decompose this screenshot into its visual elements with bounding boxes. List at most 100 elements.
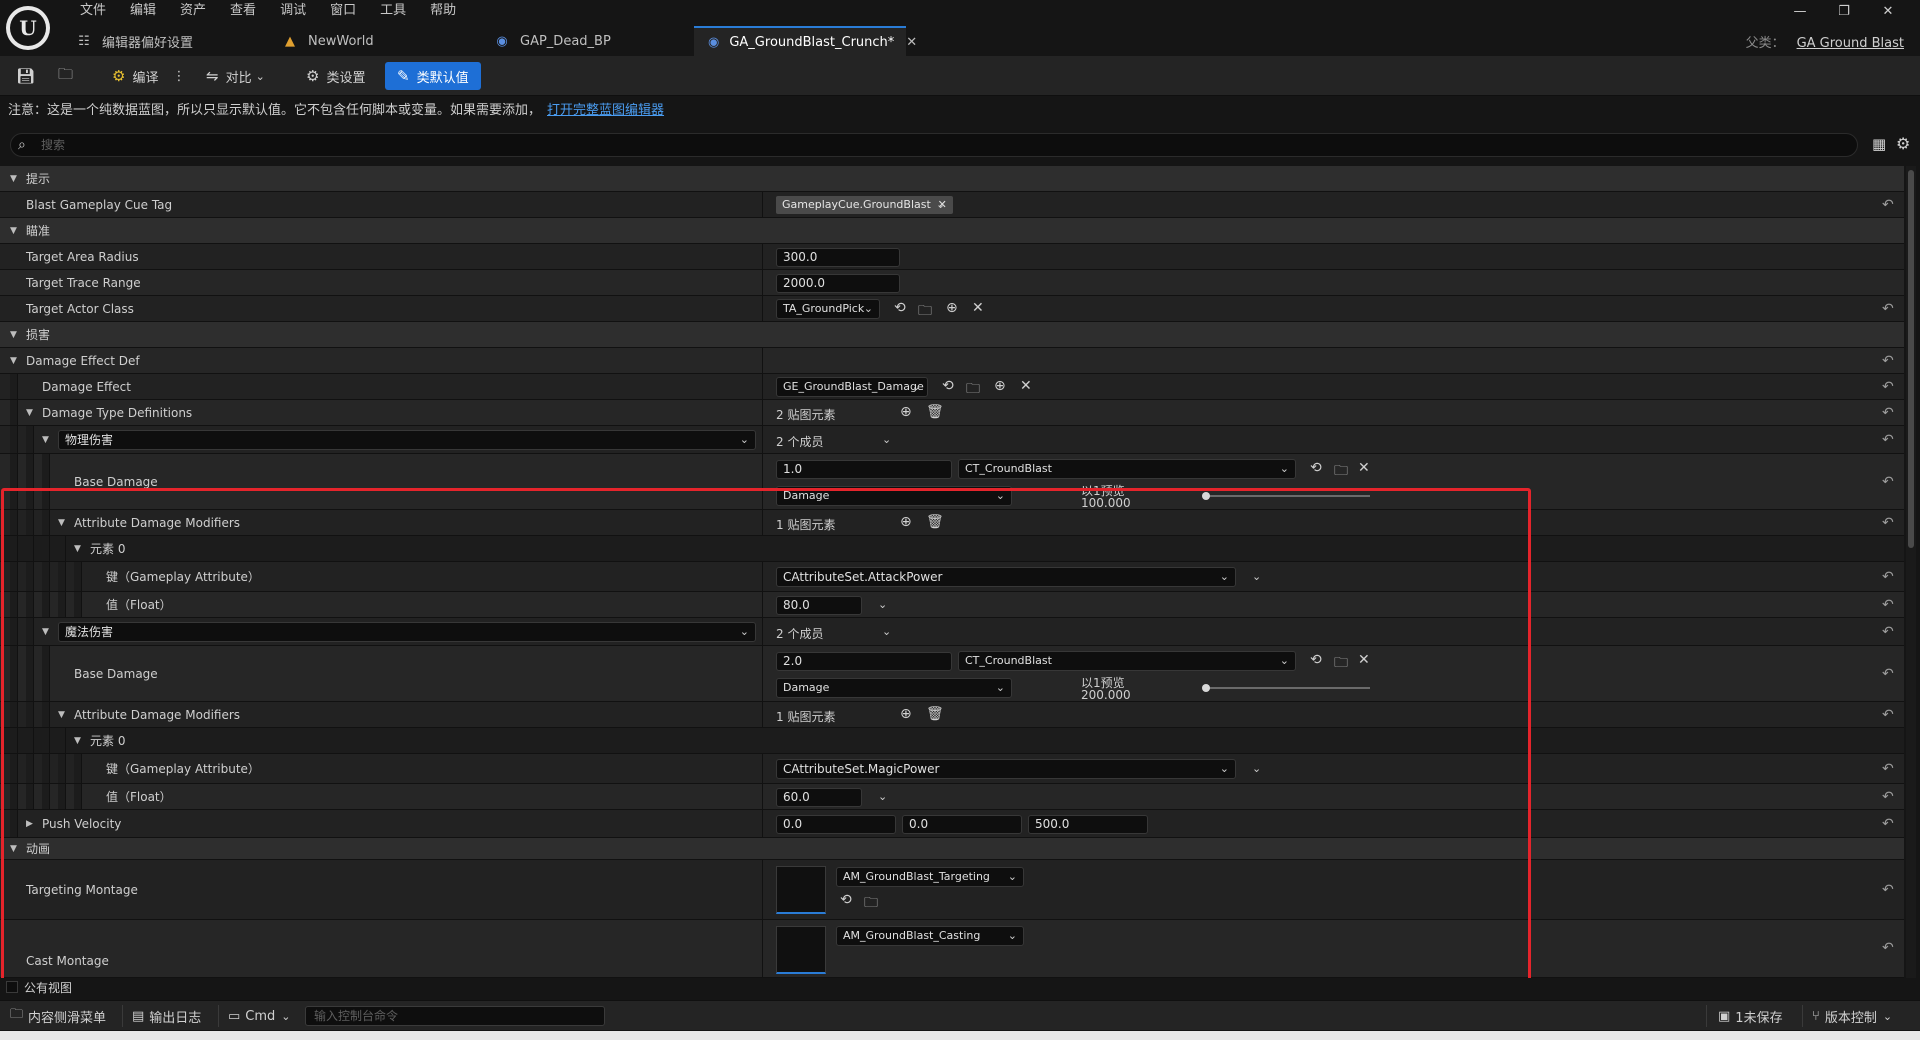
physical-curve-table-combo[interactable]: CT_CroundBlast ⌄ [958,459,1296,479]
physical-base-damage-input[interactable]: 1.0 [776,460,952,479]
view-options-icon[interactable]: ▦ [1872,135,1886,153]
physical-attribute-combo[interactable]: CAttributeSet.AttackPower ⌄ [776,567,1236,587]
expand-arrow-icon[interactable]: ▶ [26,819,33,829]
collapse-arrow-icon[interactable]: ▼ [10,356,17,366]
target-actor-class-combo[interactable]: TA_GroundPick ⌄ [776,299,880,319]
output-log-button[interactable]: ▤ 输出日志 [132,1001,201,1031]
class-defaults-button[interactable]: ✎ 类默认值 [385,62,481,90]
compile-button[interactable]: ⚙ 编译 ⋮ [112,62,185,90]
use-selected-icon[interactable]: ⟲ [840,892,852,908]
reset-to-default-icon[interactable]: ↶ [1882,940,1894,956]
close-window-icon[interactable]: ✕ [1866,2,1910,22]
open-full-editor-link[interactable]: 打开完整蓝图编辑器 [547,103,664,118]
collapse-arrow-icon[interactable]: ▼ [58,518,65,528]
physical-preview-slider-knob[interactable] [1202,492,1210,500]
reset-to-default-icon[interactable]: ↶ [1882,379,1894,395]
collapse-arrow-icon[interactable]: ▼ [74,544,81,554]
browse-asset-icon[interactable]: 🗀 [864,892,878,916]
public-view-toggle[interactable]: 公有视图 [0,978,1920,996]
reset-to-default-icon[interactable]: ↶ [1882,405,1894,421]
push-velocity-z-input[interactable]: 500.0 [1028,815,1148,834]
diff-button[interactable]: ⇋ 对比 ⌄ [206,62,265,90]
tab-gap-dead-bp[interactable]: ◉ GAP_Dead_BP [480,26,694,56]
tab-ga-groundblast-crunch[interactable]: ◉ GA_GroundBlast_Crunch* ✕ [694,26,917,56]
menu-window[interactable]: 窗口 [318,0,368,22]
reset-to-default-icon[interactable]: ↶ [1882,569,1894,585]
reset-to-default-icon[interactable]: ↶ [1882,666,1894,682]
menu-edit[interactable]: 编辑 [118,0,168,22]
magic-base-damage-input[interactable]: 2.0 [776,652,952,671]
save-button[interactable]: 💾︎ [16,62,42,90]
chevron-down-icon[interactable]: ⌄ [1252,762,1261,775]
reset-to-default-icon[interactable]: ↶ [1882,816,1894,832]
restore-icon[interactable]: ❐ [1822,2,1866,22]
target-area-radius-input[interactable]: 300.0 [776,248,900,267]
damage-effect-combo[interactable]: GE_GroundBlast_Damage ⌄ [776,377,928,397]
close-tab-icon[interactable]: ✕ [906,35,917,50]
delete-all-icon[interactable]: 🗑︎ [926,706,944,722]
magic-value-input[interactable]: 60.0 [776,788,862,807]
console-command-input[interactable] [305,1006,605,1026]
targeting-montage-combo[interactable]: AM_GroundBlast_Targeting ⌄ [836,867,1024,887]
use-selected-icon[interactable]: ⟲ [894,300,906,316]
cast-montage-combo[interactable]: AM_GroundBlast_Casting ⌄ [836,926,1024,946]
tab-editor-preferences[interactable]: ☷ 编辑器偏好设置 [62,26,268,56]
browse-asset-icon[interactable]: 🗀 [1334,652,1348,676]
collapse-arrow-icon[interactable]: ▼ [42,435,49,445]
unsaved-button[interactable]: ▣ 1未保存 [1718,1001,1783,1031]
chevron-down-icon[interactable]: ⌄ [882,625,891,638]
category-damage[interactable]: ▼ 损害 [0,322,1904,348]
menu-help[interactable]: 帮助 [418,0,468,22]
search-input[interactable] [41,136,1821,154]
add-element-icon[interactable]: ⊕ [900,404,912,420]
collapse-arrow-icon[interactable]: ▼ [10,330,17,340]
minimize-icon[interactable]: — [1778,2,1822,22]
magic-preview-slider-knob[interactable] [1202,684,1210,692]
use-selected-icon[interactable]: ⟲ [1310,652,1322,668]
reset-to-default-icon[interactable]: ↶ [1882,882,1894,898]
category-hint[interactable]: ▼ 提示 [0,166,1904,192]
reset-to-default-icon[interactable]: ↶ [1882,707,1894,723]
clear-icon[interactable]: ✕ [1358,652,1370,668]
push-velocity-y-input[interactable]: 0.0 [902,815,1022,834]
collapse-arrow-icon[interactable]: ▼ [42,627,49,637]
settings-gear-icon[interactable]: ⚙ [1896,134,1910,153]
physical-value-input[interactable]: 80.0 [776,596,862,615]
montage-thumbnail[interactable] [776,866,826,914]
cmd-selector[interactable]: ▭ Cmd ⌄ [228,1001,291,1031]
use-selected-icon[interactable]: ⟲ [1310,460,1322,476]
collapse-arrow-icon[interactable]: ▼ [10,174,17,184]
source-control-button[interactable]: ⑂ 版本控制 ⌄ [1812,1001,1892,1031]
montage-thumbnail[interactable] [776,926,826,974]
reset-to-default-icon[interactable]: ↶ [1882,515,1894,531]
clear-icon[interactable]: ✕ [1020,378,1032,394]
collapse-arrow-icon[interactable]: ▼ [10,844,17,854]
menu-asset[interactable]: 资产 [168,0,218,22]
menu-tools[interactable]: 工具 [368,0,418,22]
content-drawer-button[interactable]: 🗀 内容侧滑菜单 [10,1001,106,1031]
delete-all-icon[interactable]: 🗑︎ [926,404,944,420]
chevron-down-icon[interactable]: ⌄ [878,790,887,803]
public-view-checkbox[interactable] [6,981,18,993]
unreal-logo-icon[interactable]: U [6,6,50,50]
category-aim[interactable]: ▼ 瞄准 [0,218,1904,244]
collapse-arrow-icon[interactable]: ▼ [58,710,65,720]
reset-to-default-icon[interactable]: ↶ [1882,432,1894,448]
reset-to-default-icon[interactable]: ↶ [1882,474,1894,490]
class-settings-button[interactable]: ⚙ 类设置 [306,62,365,90]
chevron-down-icon[interactable]: ⌄ [1252,570,1261,583]
delete-all-icon[interactable]: 🗑︎ [926,514,944,530]
parent-class-link[interactable]: GA Ground Blast [1797,36,1904,51]
reset-to-default-icon[interactable]: ↶ [1882,761,1894,777]
menu-view[interactable]: 查看 [218,0,268,22]
reset-to-default-icon[interactable]: ↶ [1882,597,1894,613]
magic-damage-key-combo[interactable]: 魔法伤害 ⌄ [58,622,756,642]
magic-preview-slider[interactable] [1204,687,1370,689]
physical-curve-row-combo[interactable]: Damage ⌄ [776,486,1012,506]
browse-asset-icon[interactable]: 🗀 [966,378,980,402]
add-icon[interactable]: ⊕ [946,300,958,316]
magic-curve-table-combo[interactable]: CT_CroundBlast ⌄ [958,651,1296,671]
chevron-down-icon[interactable]: ⌄ [882,433,891,446]
chevron-down-icon[interactable]: ⌄ [936,198,945,211]
physical-preview-slider[interactable] [1204,495,1370,497]
